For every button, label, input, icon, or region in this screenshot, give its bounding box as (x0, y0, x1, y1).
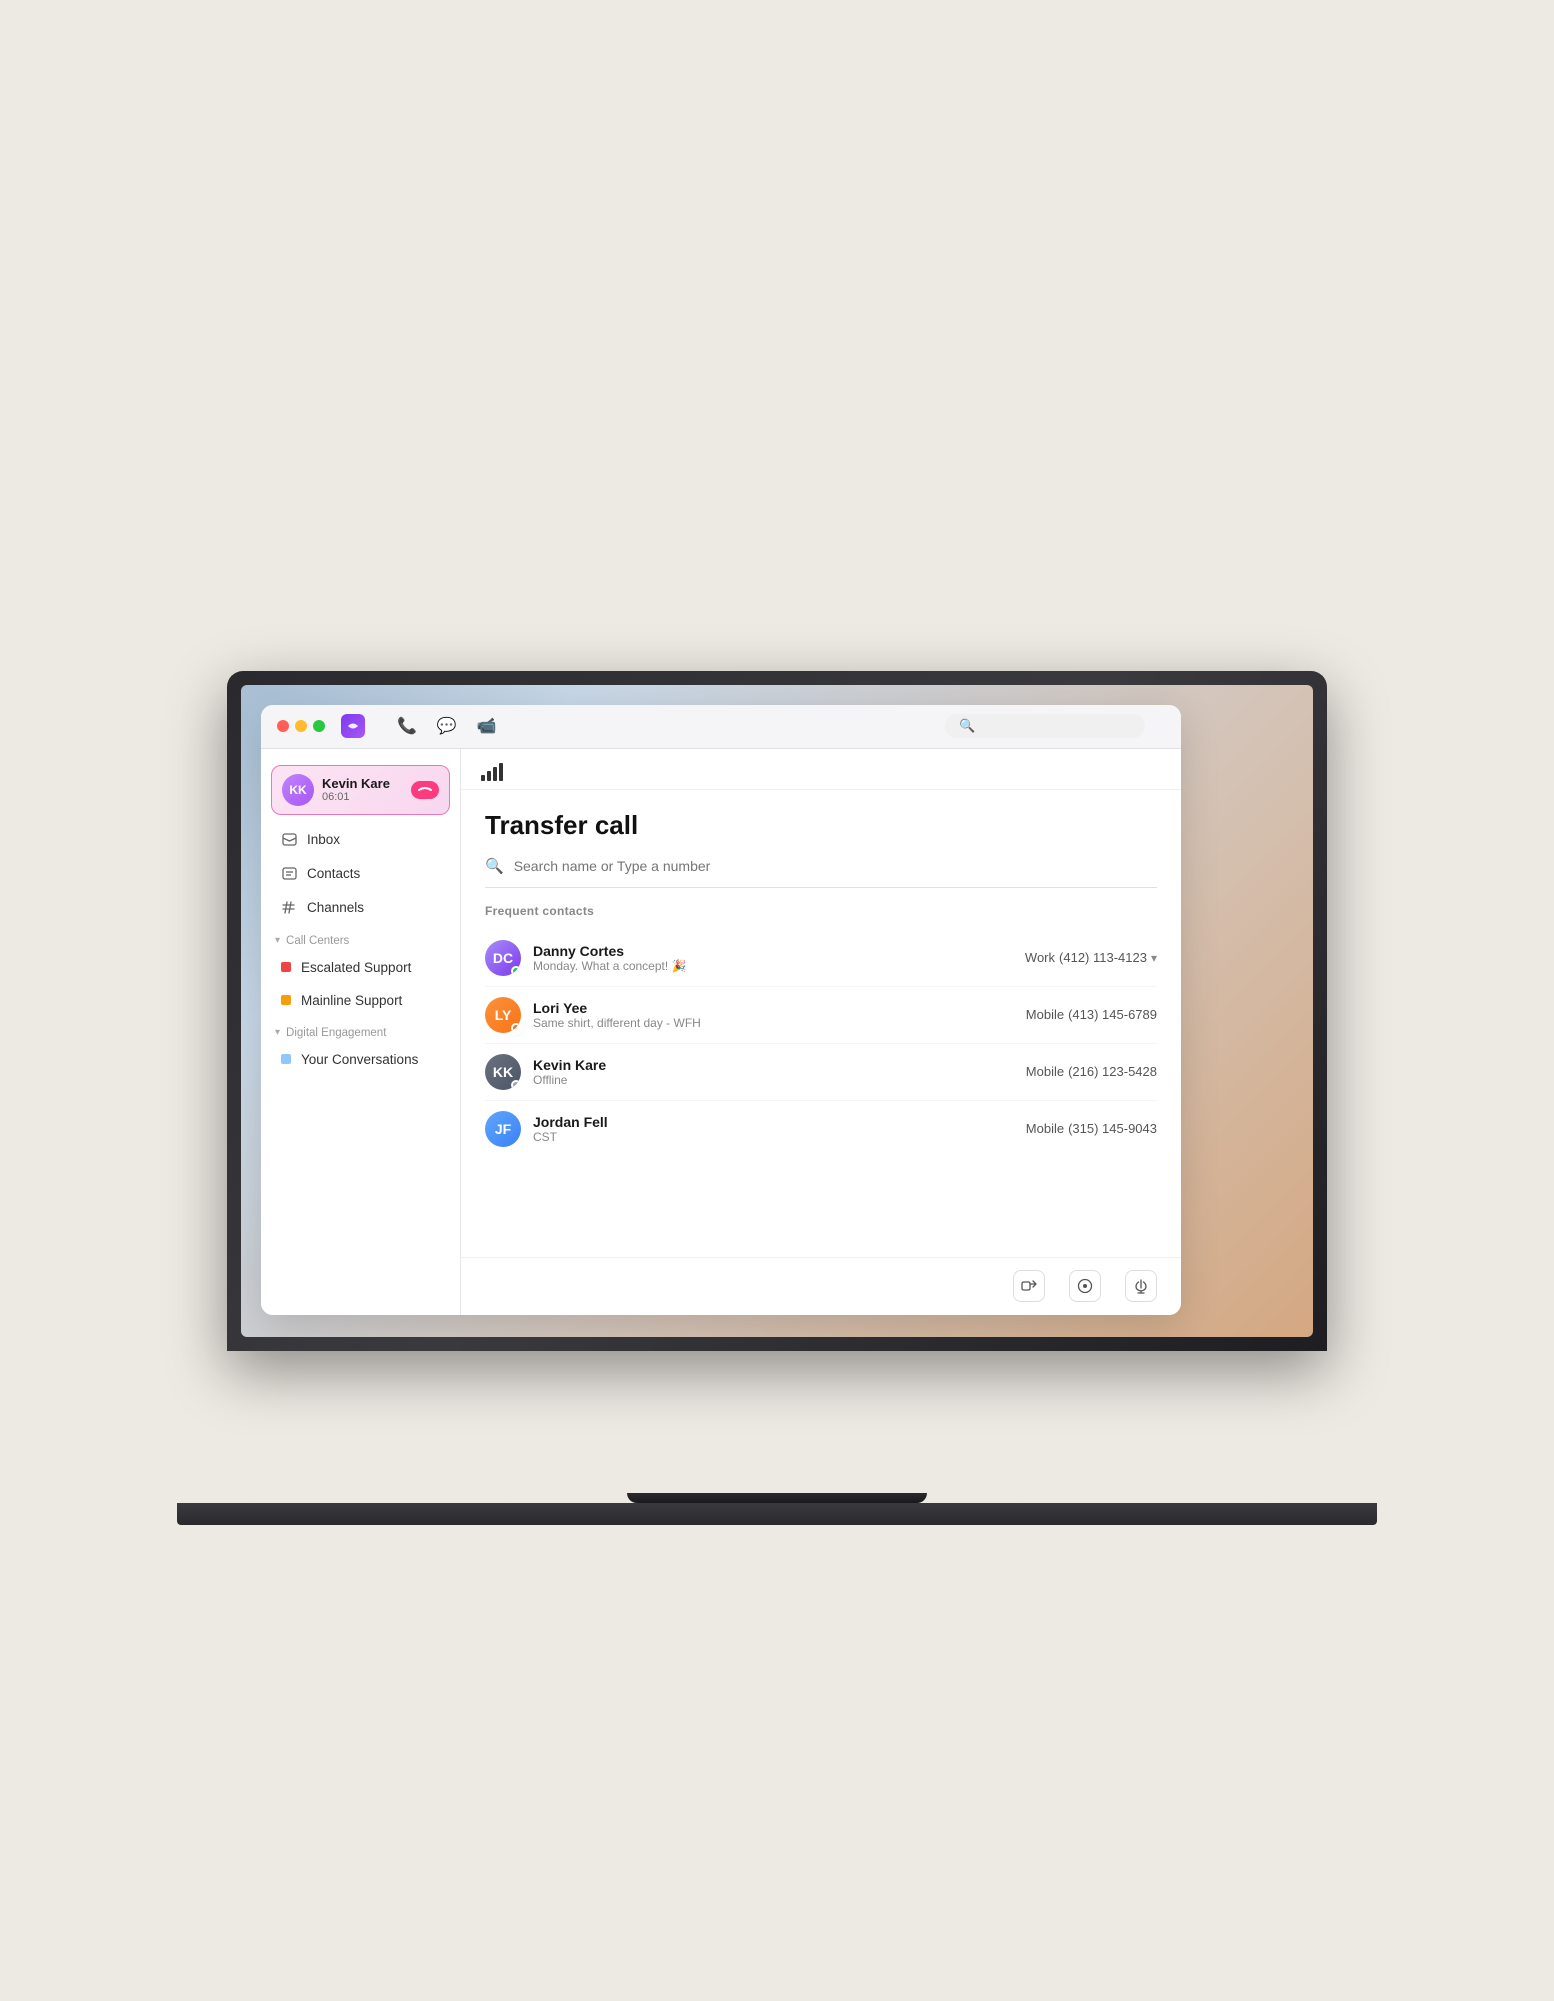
contact-phone-number-danny: (412) 113-4123 (1059, 950, 1147, 965)
inbox-icon (281, 832, 297, 848)
contact-status-lori: Same shirt, different day - WFH (533, 1016, 1014, 1030)
contact-status-jordan: CST (533, 1130, 1014, 1144)
right-panel: Transfer call 🔍 Frequent contacts (461, 749, 1181, 1315)
active-call-duration: 06:01 (322, 791, 403, 803)
sidebar-item-mainline-support[interactable]: Mainline Support (267, 985, 454, 1016)
phone-dropdown-danny-icon[interactable]: ▾ (1151, 951, 1157, 965)
contact-name-kevin: Kevin Kare (533, 1057, 1014, 1073)
contact-phone-danny[interactable]: Work (412) 113-4123 ▾ (1025, 950, 1157, 965)
channels-icon (281, 900, 297, 916)
contact-status-kevin: Offline (533, 1073, 1014, 1087)
maximize-button[interactable] (313, 720, 325, 732)
mainline-support-label: Mainline Support (301, 993, 402, 1008)
sidebar-item-inbox[interactable]: Inbox (267, 824, 454, 856)
title-bar: 📞 💬 📹 🔍 (261, 705, 1181, 749)
global-search-bar[interactable]: 🔍 (945, 714, 1145, 738)
contact-status-danny: Monday. What a concept! 🎉 (533, 959, 1013, 973)
sidebar-item-contacts[interactable]: Contacts (267, 858, 454, 890)
active-call-card[interactable]: KK Kevin Kare 06:01 (271, 765, 450, 815)
active-call-info: Kevin Kare 06:01 (322, 776, 403, 803)
contact-phone-number-lori: (413) 145-6789 (1068, 1007, 1157, 1022)
inbox-label: Inbox (307, 832, 340, 847)
contact-avatar-kevin: KK (485, 1054, 521, 1090)
search-bar-icon: 🔍 (959, 718, 975, 734)
contact-name-jordan: Jordan Fell (533, 1114, 1014, 1130)
call-centers-chevron-icon[interactable]: ▾ (275, 935, 280, 946)
transfer-search-container[interactable]: 🔍 (485, 857, 1157, 888)
contact-row-jordan-fell[interactable]: JF Jordan Fell CST Mobile (315) 145-9043 (485, 1101, 1157, 1157)
transfer-call-title: Transfer call (485, 810, 1157, 841)
contact-info-lori: Lori Yee Same shirt, different day - WFH (533, 1000, 1014, 1030)
video-nav-icon[interactable]: 📹 (477, 716, 497, 736)
app-logo-icon (341, 714, 365, 738)
digital-engagement-chevron-icon[interactable]: ▾ (275, 1027, 280, 1038)
minimize-button[interactable] (295, 720, 307, 732)
contact-avatar-jordan: JF (485, 1111, 521, 1147)
contact-info-kevin: Kevin Kare Offline (533, 1057, 1014, 1087)
end-call-button[interactable] (411, 781, 439, 799)
transfer-call-panel: Transfer call 🔍 Frequent contacts (461, 790, 1181, 1257)
nav-icons: 📞 💬 📹 (397, 716, 497, 736)
sidebar-item-channels[interactable]: Channels (267, 892, 454, 924)
escalated-support-label: Escalated Support (301, 960, 411, 975)
contact-info-danny: Danny Cortes Monday. What a concept! 🎉 (533, 943, 1013, 973)
contact-avatar-danny: DC (485, 940, 521, 976)
contacts-icon (281, 866, 297, 882)
action-bar (461, 1257, 1181, 1315)
contact-phone-type-lori: Mobile (1026, 1007, 1064, 1022)
mute-icon-btn[interactable] (1125, 1270, 1157, 1302)
chat-nav-icon[interactable]: 💬 (437, 716, 457, 736)
contact-avatar-lori: LY (485, 997, 521, 1033)
escalated-support-dot-icon (281, 962, 291, 972)
contact-phone-kevin[interactable]: Mobile (216) 123-5428 (1026, 1064, 1157, 1079)
signal-bars-icon (481, 763, 503, 781)
traffic-lights (277, 720, 325, 732)
sidebar-item-your-conversations[interactable]: Your Conversations (267, 1044, 454, 1075)
status-dot-lori (511, 1023, 521, 1033)
mainline-support-dot-icon (281, 995, 291, 1005)
frequent-contacts-label: Frequent contacts (485, 904, 1157, 918)
digital-engagement-label: Digital Engagement (286, 1027, 386, 1039)
contact-row-kevin-kare[interactable]: KK Kevin Kare Offline Mobile (216) 123-5… (485, 1044, 1157, 1101)
contact-phone-jordan[interactable]: Mobile (315) 145-9043 (1026, 1121, 1157, 1136)
contact-row-lori-yee[interactable]: LY Lori Yee Same shirt, different day - … (485, 987, 1157, 1044)
contact-phone-lori[interactable]: Mobile (413) 145-6789 (1026, 1007, 1157, 1022)
call-centers-label: Call Centers (286, 935, 349, 947)
contact-phone-type-danny: Work (1025, 950, 1055, 965)
sidebar-item-escalated-support[interactable]: Escalated Support (267, 952, 454, 983)
status-dot-danny (511, 966, 521, 976)
contact-phone-type-kevin: Mobile (1026, 1064, 1064, 1079)
active-call-name: Kevin Kare (322, 776, 403, 791)
phone-nav-icon[interactable]: 📞 (397, 716, 417, 736)
call-centers-section-header: ▾ Call Centers (261, 925, 460, 951)
status-dot-kevin (511, 1080, 521, 1090)
contact-phone-number-jordan: (315) 145-9043 (1068, 1121, 1157, 1136)
contact-name-lori: Lori Yee (533, 1000, 1014, 1016)
active-call-avatar: KK (282, 774, 314, 806)
contact-row-danny-cortes[interactable]: DC Danny Cortes Monday. What a concept! … (485, 930, 1157, 987)
your-conversations-dot-icon (281, 1054, 291, 1064)
transfer-icon-btn[interactable] (1013, 1270, 1045, 1302)
dial-icon-btn[interactable] (1069, 1270, 1101, 1302)
digital-engagement-section-header: ▾ Digital Engagement (261, 1017, 460, 1043)
contact-phone-number-kevin: (216) 123-5428 (1068, 1064, 1157, 1079)
contact-phone-type-jordan: Mobile (1026, 1121, 1064, 1136)
contact-info-jordan: Jordan Fell CST (533, 1114, 1014, 1144)
panel-header (461, 749, 1181, 790)
contacts-label: Contacts (307, 866, 360, 881)
sidebar: KK Kevin Kare 06:01 (261, 749, 461, 1315)
transfer-search-input[interactable] (514, 858, 1157, 874)
your-conversations-label: Your Conversations (301, 1052, 418, 1067)
contact-name-danny: Danny Cortes (533, 943, 1013, 959)
close-button[interactable] (277, 720, 289, 732)
channels-label: Channels (307, 900, 364, 915)
transfer-search-icon: 🔍 (485, 857, 504, 875)
